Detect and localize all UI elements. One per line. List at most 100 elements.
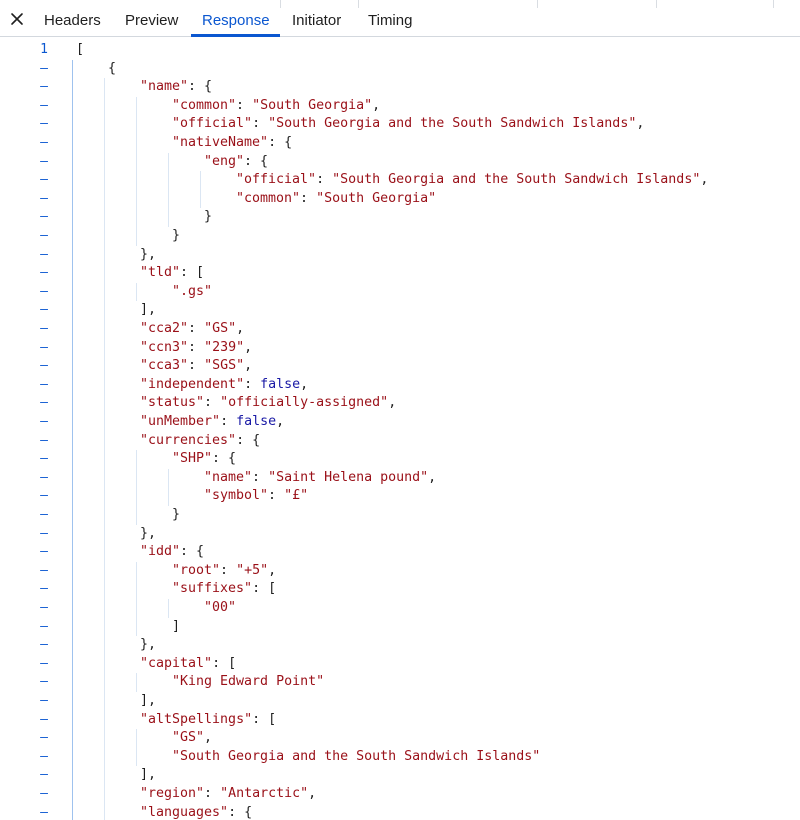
- collapse-toggle[interactable]: –: [38, 153, 50, 172]
- json-punctuation: :: [204, 786, 221, 801]
- tab-preview[interactable]: Preview: [125, 0, 178, 36]
- json-punctuation: : {: [212, 451, 237, 467]
- json-key: "SHP": [172, 451, 213, 467]
- indent-guide: [136, 282, 137, 302]
- code-text: "altSpellings": [: [140, 711, 276, 730]
- collapse-toggle[interactable]: –: [38, 60, 50, 79]
- collapse-toggle[interactable]: –: [38, 711, 50, 730]
- code-line: –},: [0, 636, 800, 655]
- tab-timing[interactable]: Timing: [368, 0, 412, 36]
- collapse-toggle[interactable]: –: [38, 543, 50, 562]
- tab-initiator[interactable]: Initiator: [292, 0, 341, 36]
- collapse-toggle[interactable]: –: [38, 246, 50, 265]
- collapse-toggle[interactable]: –: [38, 227, 50, 246]
- collapse-toggle[interactable]: –: [38, 748, 50, 767]
- collapse-toggle[interactable]: –: [38, 115, 50, 134]
- json-key: "unMember": [140, 414, 221, 429]
- json-punctuation: },: [140, 637, 157, 653]
- collapse-toggle[interactable]: –: [38, 673, 50, 692]
- collapse-toggle[interactable]: –: [38, 190, 50, 209]
- indent-guide: [136, 450, 137, 525]
- collapse-toggle[interactable]: –: [38, 450, 50, 469]
- code-line: – "altSpellings": [: [0, 711, 800, 730]
- json-string: "GS": [172, 730, 205, 746]
- json-punctuation: ,: [204, 730, 213, 746]
- json-punctuation: ,: [244, 339, 253, 355]
- code-text: "South Georgia and the South Sandwich Is…: [172, 748, 540, 767]
- json-string: "South Georgia": [316, 190, 437, 206]
- json-punctuation: ,: [276, 414, 285, 429]
- json-key: "independent": [140, 376, 245, 392]
- code-line: – "status": "officially-assigned",: [0, 394, 800, 413]
- json-string: ".gs": [172, 283, 213, 299]
- json-punctuation: },: [140, 525, 157, 541]
- code-line: –},: [0, 246, 800, 265]
- json-key: "region": [140, 786, 205, 801]
- collapse-toggle[interactable]: –: [38, 376, 50, 395]
- collapse-toggle[interactable]: –: [38, 487, 50, 506]
- json-string: "Saint Helena pound": [268, 469, 429, 485]
- collapse-toggle[interactable]: –: [38, 301, 50, 320]
- code-line: 1[: [0, 41, 800, 60]
- collapse-toggle[interactable]: –: [38, 804, 50, 820]
- code-text: "symbol": "£": [204, 487, 308, 506]
- collapse-toggle[interactable]: –: [38, 785, 50, 804]
- collapse-toggle[interactable]: –: [38, 618, 50, 637]
- code-text: },: [140, 636, 156, 655]
- response-json-viewer[interactable]: 1[–{– "name": {– "common": "South Georgia"…: [0, 37, 800, 820]
- close-icon[interactable]: [10, 12, 24, 26]
- collapse-toggle[interactable]: –: [38, 525, 50, 544]
- collapse-toggle[interactable]: –: [38, 320, 50, 339]
- json-key: "currencies": [140, 432, 237, 448]
- collapse-toggle[interactable]: –: [38, 208, 50, 227]
- collapse-toggle[interactable]: –: [38, 729, 50, 748]
- code-line: – "unMember": false,: [0, 413, 800, 432]
- code-text: {: [108, 60, 116, 79]
- json-key: "common": [236, 190, 301, 206]
- code-text: ],: [140, 766, 156, 785]
- code-line: – "ccn3": "239",: [0, 339, 800, 358]
- code-line: –{: [0, 60, 800, 79]
- code-line: –}: [0, 227, 800, 246]
- code-line: – "tld": [: [0, 264, 800, 283]
- collapse-toggle[interactable]: –: [38, 655, 50, 674]
- collapse-toggle[interactable]: –: [38, 283, 50, 302]
- code-text: }: [204, 208, 212, 227]
- code-line: – "name": {: [0, 78, 800, 97]
- tab-headers[interactable]: Headers: [44, 0, 101, 36]
- collapse-toggle[interactable]: –: [38, 394, 50, 413]
- json-punctuation: ,: [372, 97, 381, 113]
- collapse-toggle[interactable]: –: [38, 78, 50, 97]
- collapse-toggle[interactable]: –: [38, 432, 50, 451]
- collapse-toggle[interactable]: –: [38, 134, 50, 153]
- collapse-toggle[interactable]: –: [38, 580, 50, 599]
- json-punctuation: :: [188, 321, 205, 336]
- indent-guide: [136, 96, 137, 246]
- json-key: "status": [140, 395, 205, 411]
- collapse-toggle[interactable]: –: [38, 97, 50, 116]
- collapse-toggle[interactable]: –: [38, 506, 50, 525]
- collapse-toggle[interactable]: –: [38, 469, 50, 488]
- collapse-toggle[interactable]: –: [38, 599, 50, 618]
- code-text: }: [172, 227, 180, 246]
- collapse-toggle[interactable]: –: [38, 339, 50, 358]
- code-line: – "symbol": "£": [0, 487, 800, 506]
- json-punctuation: :: [252, 116, 269, 132]
- code-text: [: [76, 41, 84, 60]
- code-line: – "independent": false,: [0, 376, 800, 395]
- collapse-toggle[interactable]: –: [38, 562, 50, 581]
- collapse-toggle[interactable]: –: [38, 357, 50, 376]
- json-key: "official": [172, 116, 253, 132]
- collapse-toggle[interactable]: –: [38, 264, 50, 283]
- json-key: "symbol": [204, 488, 269, 504]
- code-text: ]: [172, 618, 180, 637]
- tab-response[interactable]: Response: [202, 0, 270, 36]
- collapse-toggle[interactable]: –: [38, 766, 50, 785]
- collapse-toggle[interactable]: –: [38, 413, 50, 432]
- collapse-toggle[interactable]: –: [38, 636, 50, 655]
- collapse-toggle[interactable]: –: [38, 692, 50, 711]
- code-text: "eng": {: [204, 153, 268, 172]
- json-literal: false: [260, 376, 301, 392]
- collapse-toggle[interactable]: –: [38, 171, 50, 190]
- json-key: "nativeName": [172, 135, 269, 150]
